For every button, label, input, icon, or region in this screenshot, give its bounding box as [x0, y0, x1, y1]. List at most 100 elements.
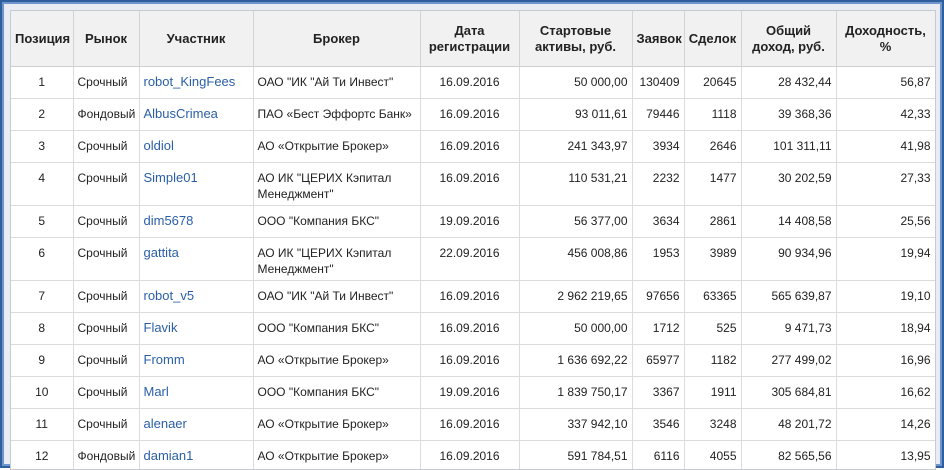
cell-yield: 41,98 — [836, 131, 935, 163]
cell-broker: АО «Открытие Брокер» — [253, 441, 420, 470]
cell-position: 12 — [11, 441, 73, 470]
cell-deals: 1118 — [684, 99, 741, 131]
cell-orders: 1953 — [632, 238, 684, 281]
cell-participant: damian1 — [139, 441, 253, 470]
column-header-total-income[interactable]: Общий доход, руб. — [741, 11, 836, 67]
participant-link[interactable]: gattita — [144, 245, 179, 260]
column-header-reg-date[interactable]: Дата регистрации — [420, 11, 519, 67]
cell-market: Срочный — [73, 163, 139, 206]
table-row: 8СрочныйFlavikООО "Компания БКС"16.09.20… — [11, 313, 935, 345]
cell-deals: 3989 — [684, 238, 741, 281]
cell-market: Срочный — [73, 345, 139, 377]
cell-orders: 97656 — [632, 281, 684, 313]
cell-total-income: 565 639,87 — [741, 281, 836, 313]
cell-start-assets: 110 531,21 — [519, 163, 632, 206]
column-header-broker[interactable]: Брокер — [253, 11, 420, 67]
cell-broker: ООО "Компания БКС" — [253, 206, 420, 238]
column-header-deals[interactable]: Сделок — [684, 11, 741, 67]
cell-position: 6 — [11, 238, 73, 281]
participant-link[interactable]: alenaer — [144, 416, 187, 431]
cell-yield: 14,26 — [836, 409, 935, 441]
cell-start-assets: 93 011,61 — [519, 99, 632, 131]
column-header-position[interactable]: Позиция — [11, 11, 73, 67]
cell-deals: 2861 — [684, 206, 741, 238]
table-row: 10СрочныйMarlООО "Компания БКС"19.09.201… — [11, 377, 935, 409]
window-frame: Позиция Рынок Участник Брокер Дата регис… — [0, 0, 944, 468]
cell-market: Фондовый — [73, 99, 139, 131]
participant-link[interactable]: Flavik — [144, 320, 178, 335]
cell-market: Срочный — [73, 409, 139, 441]
cell-orders: 1712 — [632, 313, 684, 345]
cell-yield: 56,87 — [836, 67, 935, 99]
cell-reg-date: 22.09.2016 — [420, 238, 519, 281]
cell-position: 9 — [11, 345, 73, 377]
cell-market: Срочный — [73, 377, 139, 409]
cell-broker: АО «Открытие Брокер» — [253, 345, 420, 377]
cell-deals: 4055 — [684, 441, 741, 470]
participant-link[interactable]: Simple01 — [144, 170, 198, 185]
cell-participant: Fromm — [139, 345, 253, 377]
participant-link[interactable]: dim5678 — [144, 213, 194, 228]
cell-broker: АО ИК "ЦЕРИХ Кэпитал Менеджмент" — [253, 238, 420, 281]
participant-link[interactable]: damian1 — [144, 448, 194, 463]
cell-broker: ООО "Компания БКС" — [253, 377, 420, 409]
cell-start-assets: 337 942,10 — [519, 409, 632, 441]
participant-link[interactable]: robot_v5 — [144, 288, 195, 303]
table-row: 4СрочныйSimple01АО ИК "ЦЕРИХ Кэпитал Мен… — [11, 163, 935, 206]
cell-orders: 2232 — [632, 163, 684, 206]
cell-position: 4 — [11, 163, 73, 206]
cell-start-assets: 1 839 750,17 — [519, 377, 632, 409]
cell-deals: 3248 — [684, 409, 741, 441]
cell-total-income: 39 368,36 — [741, 99, 836, 131]
cell-market: Фондовый — [73, 441, 139, 470]
cell-reg-date: 16.09.2016 — [420, 409, 519, 441]
table-row: 3СрочныйoldiolАО «Открытие Брокер»16.09.… — [11, 131, 935, 163]
cell-orders: 3367 — [632, 377, 684, 409]
cell-start-assets: 2 962 219,65 — [519, 281, 632, 313]
cell-position: 10 — [11, 377, 73, 409]
participant-link[interactable]: AlbusCrimea — [144, 106, 218, 121]
participant-link[interactable]: oldiol — [144, 138, 174, 153]
cell-market: Срочный — [73, 131, 139, 163]
column-header-start-assets[interactable]: Стартовые активы, руб. — [519, 11, 632, 67]
cell-participant: gattita — [139, 238, 253, 281]
cell-start-assets: 50 000,00 — [519, 67, 632, 99]
cell-total-income: 48 201,72 — [741, 409, 836, 441]
cell-start-assets: 456 008,86 — [519, 238, 632, 281]
cell-total-income: 305 684,81 — [741, 377, 836, 409]
cell-orders: 65977 — [632, 345, 684, 377]
cell-participant: robot_v5 — [139, 281, 253, 313]
cell-position: 2 — [11, 99, 73, 131]
cell-total-income: 14 408,58 — [741, 206, 836, 238]
cell-deals: 20645 — [684, 67, 741, 99]
cell-reg-date: 16.09.2016 — [420, 345, 519, 377]
participant-link[interactable]: Marl — [144, 384, 169, 399]
column-header-market[interactable]: Рынок — [73, 11, 139, 67]
column-header-orders[interactable]: Заявок — [632, 11, 684, 67]
cell-position: 5 — [11, 206, 73, 238]
cell-total-income: 90 934,96 — [741, 238, 836, 281]
cell-market: Срочный — [73, 313, 139, 345]
cell-total-income: 28 432,44 — [741, 67, 836, 99]
cell-yield: 25,56 — [836, 206, 935, 238]
cell-reg-date: 16.09.2016 — [420, 441, 519, 470]
cell-reg-date: 16.09.2016 — [420, 281, 519, 313]
column-header-participant[interactable]: Участник — [139, 11, 253, 67]
cell-start-assets: 50 000,00 — [519, 313, 632, 345]
cell-deals: 525 — [684, 313, 741, 345]
column-header-yield[interactable]: Доходность, % — [836, 11, 935, 67]
cell-broker: АО «Открытие Брокер» — [253, 409, 420, 441]
cell-orders: 130409 — [632, 67, 684, 99]
cell-participant: alenaer — [139, 409, 253, 441]
cell-yield: 16,96 — [836, 345, 935, 377]
cell-participant: Marl — [139, 377, 253, 409]
cell-total-income: 9 471,73 — [741, 313, 836, 345]
cell-yield: 13,95 — [836, 441, 935, 470]
participant-link[interactable]: Fromm — [144, 352, 185, 367]
cell-reg-date: 16.09.2016 — [420, 163, 519, 206]
cell-deals: 1911 — [684, 377, 741, 409]
cell-reg-date: 16.09.2016 — [420, 313, 519, 345]
participant-link[interactable]: robot_KingFees — [144, 74, 236, 89]
table-header-row: Позиция Рынок Участник Брокер Дата регис… — [11, 11, 935, 67]
cell-market: Срочный — [73, 281, 139, 313]
